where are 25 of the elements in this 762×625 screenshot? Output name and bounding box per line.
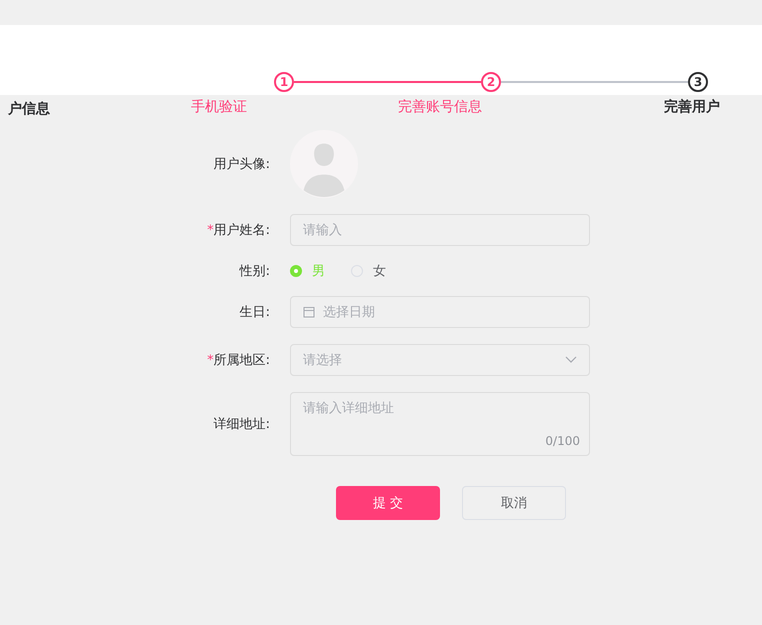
avatar-placeholder-icon[interactable] (290, 130, 358, 198)
field-label: 详细地址: (214, 417, 270, 432)
step-label: 完善账号信息 (398, 98, 484, 116)
chevron-down-icon (565, 356, 577, 364)
field-label: 用户姓名: (214, 223, 270, 238)
field-label: 生日: (240, 305, 270, 320)
submit-button[interactable]: 提 交 (336, 486, 440, 520)
step-label: 完善用户 (664, 98, 721, 116)
name-input-field[interactable]: 请输入 (290, 214, 590, 246)
required-mark: * (207, 353, 214, 368)
step-number: 1 (274, 72, 294, 92)
radio-option[interactable]: 女 (351, 262, 386, 280)
step-number: 3 (688, 72, 708, 92)
required-mark: * (207, 223, 214, 238)
field-label: 所属地区: (214, 353, 270, 368)
field-label: 性别: (240, 264, 270, 279)
character-counter: 0/100 (545, 434, 580, 448)
date-picker-field[interactable]: 选择日期 (290, 296, 590, 328)
page-title: 户信息 (8, 100, 50, 118)
step-number: 2 (481, 72, 501, 92)
region-select[interactable]: 请选择 (290, 344, 590, 376)
step-label: 手机验证 (191, 98, 248, 116)
cancel-button[interactable]: 取消 (462, 486, 566, 520)
field-label: 用户头像: (214, 157, 270, 172)
calendar-icon (303, 306, 315, 318)
